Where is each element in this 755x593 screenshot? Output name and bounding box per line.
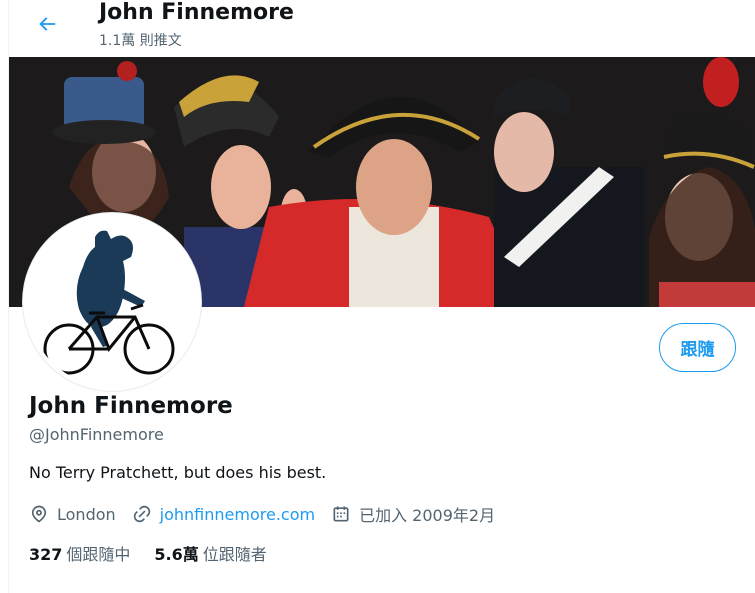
- user-bio: No Terry Pratchett, but does his best.: [29, 463, 327, 482]
- bear-on-bicycle-image: [27, 217, 197, 387]
- website-link[interactable]: johnfinnemore.com: [160, 505, 315, 524]
- arrow-left-icon: [39, 17, 56, 31]
- tweet-count: 1.1萬 則推文: [99, 33, 182, 49]
- following-stat[interactable]: 327 個跟隨中: [29, 541, 130, 565]
- back-button[interactable]: [29, 6, 65, 42]
- location-pin-icon: [31, 505, 47, 523]
- user-handle: @JohnFinnemore: [29, 425, 164, 444]
- profile-page: John Finnemore 1.1萬 則推文 跟隨 John Finnemor…: [8, 0, 755, 593]
- display-name: John Finnemore: [29, 393, 233, 419]
- following-count: 327: [29, 545, 63, 564]
- location-item: London: [29, 504, 116, 524]
- following-label: 個跟隨中: [66, 545, 131, 564]
- location-text: London: [57, 504, 116, 524]
- followers-count: 5.6萬: [154, 545, 199, 564]
- joined-text: 已加入 2009年2月: [359, 506, 496, 525]
- followers-stat[interactable]: 5.6萬 位跟隨者: [154, 541, 266, 565]
- profile-avatar[interactable]: [23, 213, 201, 391]
- link-icon: [133, 505, 150, 523]
- top-header: John Finnemore 1.1萬 則推文: [9, 0, 755, 57]
- profile-meta: London johnfinnemore.com 已加入 2009年2月: [29, 502, 511, 526]
- follow-stats: 327 個跟隨中 5.6萬 位跟隨者: [29, 541, 291, 565]
- website-item[interactable]: johnfinnemore.com: [132, 504, 315, 524]
- joined-item: 已加入 2009年2月: [331, 502, 495, 526]
- follow-button[interactable]: 跟隨: [659, 323, 736, 372]
- calendar-icon: [333, 506, 349, 522]
- header-title: John Finnemore: [99, 0, 294, 25]
- followers-label: 位跟隨者: [202, 545, 267, 564]
